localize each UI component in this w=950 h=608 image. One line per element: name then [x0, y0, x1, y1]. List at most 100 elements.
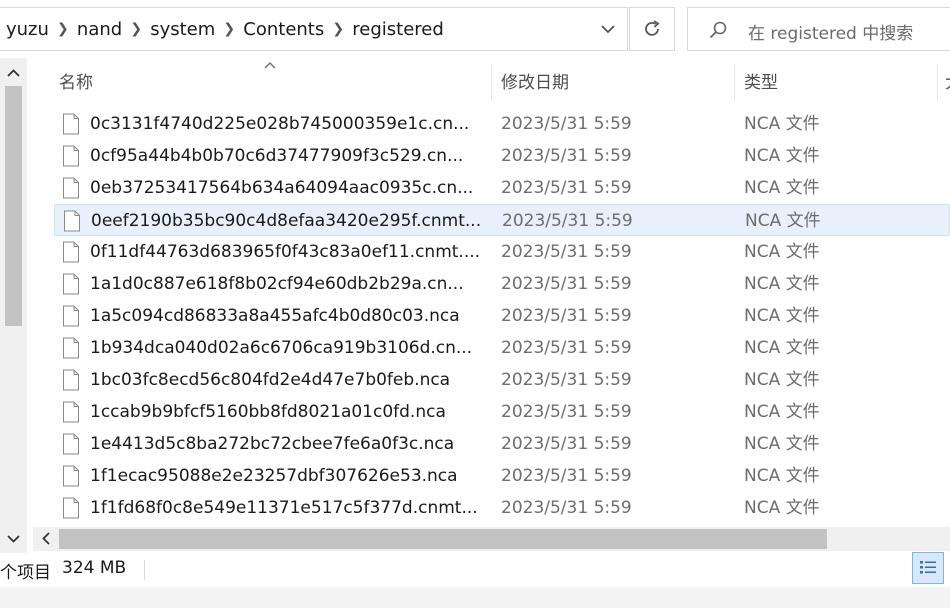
file-modified: 2023/5/31 5:59 — [501, 466, 632, 486]
file-type: NCA 文件 — [745, 211, 821, 231]
file-name: 0c3131f4740d225e028b745000359e1c.cn... — [90, 114, 470, 134]
refresh-button[interactable] — [629, 7, 675, 51]
breadcrumb: yuzu ❯ nand ❯ system ❯ Contents ❯ regist… — [6, 8, 444, 50]
file-icon — [63, 497, 79, 519]
file-name: 1a1d0c887e618f8b02cf94e60db2b29a.cn... — [90, 274, 464, 294]
details-view-icon — [920, 561, 936, 574]
breadcrumb-item-yuzu[interactable]: yuzu — [6, 19, 49, 40]
file-row[interactable]: 0f11df44763d683965f0f43c83a0ef11.cnmt...… — [54, 236, 950, 268]
selection-size: 324 MB — [62, 558, 127, 578]
file-name: 1e4413d5c8ba272bc72cbee7fe6a0f3c.nca — [90, 434, 455, 454]
file-type: NCA 文件 — [744, 402, 820, 422]
file-name: 1f1ecac95088e2e23257dbf307626e53.nca — [90, 466, 458, 486]
chevron-down-icon[interactable] — [599, 20, 617, 38]
file-modified: 2023/5/31 5:59 — [501, 338, 632, 358]
file-row[interactable]: 1e4413d5c8ba272bc72cbee7fe6a0f3c.nca 2023… — [54, 428, 950, 460]
details-view-button[interactable] — [912, 552, 944, 584]
file-modified: 2023/5/31 5:59 — [501, 178, 632, 198]
file-type: NCA 文件 — [744, 114, 820, 134]
file-row[interactable]: 1bc03fc8ecd56c804fd2e4d47e7b0feb.nca 2023… — [54, 364, 950, 396]
file-type: NCA 文件 — [744, 434, 820, 454]
breadcrumb-separator-icon[interactable]: ❯ — [122, 21, 150, 37]
breadcrumb-item-contents[interactable]: Contents — [243, 19, 324, 40]
file-row[interactable]: 1f1fd68f0c8e549e11371e517c5f377d.cnmt...… — [54, 492, 950, 524]
breadcrumb-item-system[interactable]: system — [150, 19, 215, 40]
file-name: 1a5c094cd86833a8a455afc4b0d80c03.nca — [90, 306, 460, 326]
address-bar[interactable]: yuzu ❯ nand ❯ system ❯ Contents ❯ regist… — [0, 7, 628, 51]
file-icon — [63, 305, 79, 327]
file-row[interactable]: 0cf95a44b4b0b70c6d37477909f3c529.cn... 20… — [54, 140, 950, 172]
file-name: 1f1fd68f0c8e549e11371e517c5f377d.cnmt... — [90, 498, 478, 518]
column-divider[interactable] — [734, 64, 735, 100]
file-row[interactable]: 0eef2190b35bc90c4d8efaa3420e295f.cnmt...… — [54, 204, 950, 236]
file-icon — [63, 177, 79, 199]
file-row[interactable]: 1a5c094cd86833a8a455afc4b0d80c03.nca 2023… — [54, 300, 950, 332]
file-row[interactable]: 1a1d0c887e618f8b02cf94e60db2b29a.cn... 20… — [54, 268, 950, 300]
file-icon — [63, 241, 79, 263]
file-icon — [63, 113, 79, 135]
column-header: 名称 修改日期 类型 大 — [33, 58, 950, 102]
file-modified: 2023/5/31 5:59 — [501, 274, 632, 294]
file-row[interactable]: 1b934dca040d02a6c6706ca919b3106d.cn... 20… — [54, 332, 950, 364]
vertical-scrollbar[interactable] — [0, 58, 27, 553]
file-modified: 2023/5/31 5:59 — [501, 114, 632, 134]
file-modified: 2023/5/31 5:59 — [501, 434, 632, 454]
file-type: NCA 文件 — [744, 146, 820, 166]
breadcrumb-item-nand[interactable]: nand — [77, 19, 122, 40]
scroll-down-icon[interactable] — [6, 531, 21, 546]
file-modified: 2023/5/31 5:59 — [501, 498, 632, 518]
column-modified[interactable]: 修改日期 — [501, 58, 569, 102]
file-icon — [63, 145, 79, 167]
file-type: NCA 文件 — [744, 274, 820, 294]
file-name: 0eb37253417564b634a64094aac0935c.cn... — [90, 178, 474, 198]
file-row[interactable]: 1f1ecac95088e2e23257dbf307626e53.nca 2023… — [54, 460, 950, 492]
file-modified: 2023/5/31 5:59 — [502, 211, 633, 231]
file-icon — [63, 337, 79, 359]
file-name: 0f11df44763d683965f0f43c83a0ef11.cnmt...… — [90, 242, 481, 262]
file-type: NCA 文件 — [744, 370, 820, 390]
scroll-left-icon[interactable] — [39, 531, 54, 546]
file-modified: 2023/5/31 5:59 — [501, 306, 632, 326]
horizontal-scrollbar[interactable] — [33, 527, 950, 551]
file-icon — [63, 465, 79, 487]
file-modified: 2023/5/31 5:59 — [501, 402, 632, 422]
file-modified: 2023/5/31 5:59 — [501, 370, 632, 390]
file-type: NCA 文件 — [744, 498, 820, 518]
file-type: NCA 文件 — [744, 466, 820, 486]
column-divider[interactable] — [937, 64, 938, 100]
column-type[interactable]: 类型 — [744, 58, 778, 102]
horizontal-scroll-thumb[interactable] — [59, 529, 827, 549]
search-icon — [709, 21, 727, 39]
search-box[interactable]: 在 registered 中搜索 — [687, 7, 950, 51]
file-icon — [63, 369, 79, 391]
column-divider[interactable] — [491, 64, 492, 100]
breadcrumb-item-registered[interactable]: registered — [352, 19, 444, 40]
status-divider — [144, 560, 145, 580]
file-name: 0cf95a44b4b0b70c6d37477909f3c529.cn... — [90, 146, 464, 166]
breadcrumb-separator-icon[interactable]: ❯ — [49, 21, 77, 37]
file-icon — [64, 210, 80, 232]
file-icon — [63, 273, 79, 295]
file-name: 1ccab9b9bfcf5160bb8fd8021a01c0fd.nca — [90, 402, 446, 422]
file-row[interactable]: 0eb37253417564b634a64094aac0935c.cn... 20… — [54, 172, 950, 204]
file-row[interactable]: 1ccab9b9bfcf5160bb8fd8021a01c0fd.nca 2023… — [54, 396, 950, 428]
window-bottom-edge — [0, 587, 950, 608]
file-name: 1b934dca040d02a6c6706ca919b3106d.cn... — [90, 338, 473, 358]
file-type: NCA 文件 — [744, 338, 820, 358]
file-icon — [63, 401, 79, 423]
breadcrumb-separator-icon[interactable]: ❯ — [324, 21, 352, 37]
scroll-up-icon[interactable] — [6, 66, 21, 81]
file-row[interactable]: 0c3131f4740d225e028b745000359e1c.cn... 20… — [54, 108, 950, 140]
file-type: NCA 文件 — [744, 178, 820, 198]
item-count: 个项目 — [0, 563, 51, 583]
search-placeholder[interactable]: 在 registered 中搜索 — [748, 19, 913, 44]
vertical-scroll-thumb[interactable] — [5, 86, 22, 326]
sort-ascending-icon — [264, 61, 276, 69]
file-modified: 2023/5/31 5:59 — [501, 242, 632, 262]
breadcrumb-separator-icon[interactable]: ❯ — [215, 21, 243, 37]
file-name: 0eef2190b35bc90c4d8efaa3420e295f.cnmt... — [91, 211, 482, 231]
refresh-icon — [645, 20, 660, 36]
column-size[interactable]: 大 — [945, 58, 950, 102]
file-type: NCA 文件 — [744, 242, 820, 262]
column-name[interactable]: 名称 — [59, 58, 93, 102]
